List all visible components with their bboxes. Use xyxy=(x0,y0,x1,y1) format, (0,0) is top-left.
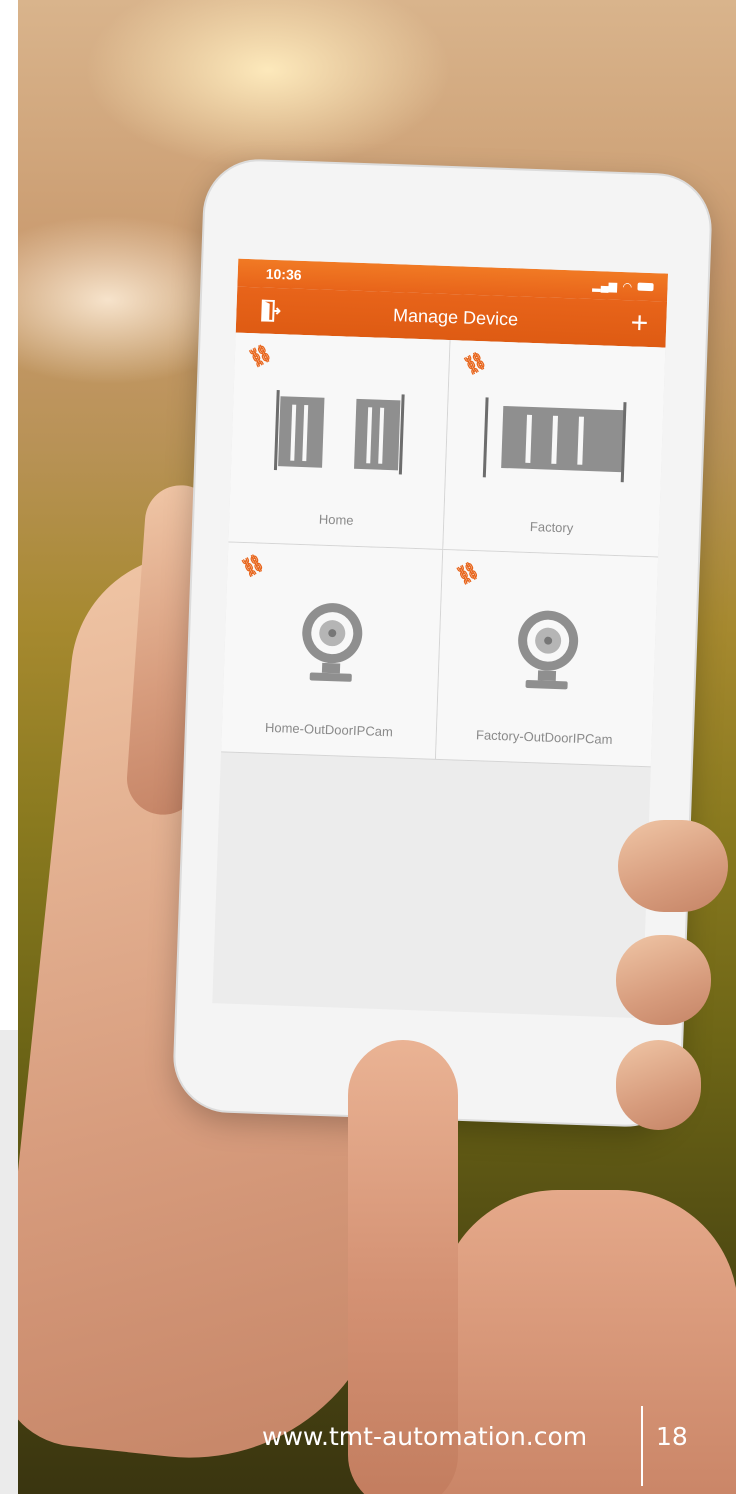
link-icon: ⛓ xyxy=(452,558,483,588)
gate-icon xyxy=(273,390,405,475)
footer-divider xyxy=(641,1406,643,1486)
device-tile-home-outdoor-ipcam[interactable]: ⛓ Home-OutDoorIPCam xyxy=(221,542,444,760)
status-time: 10:36 xyxy=(265,265,302,283)
camera-icon xyxy=(517,610,578,690)
background-photo: 10:36 ▂▄▆ ◠ Manage Device + ⛓ Home ⛓ Fac… xyxy=(18,0,736,1494)
device-tile-factory[interactable]: ⛓ Factory xyxy=(443,340,666,558)
device-label: Factory-OutDoorIPCam xyxy=(475,727,613,747)
page-title: Manage Device xyxy=(392,304,519,329)
device-label: Factory xyxy=(529,518,574,536)
app-screen: 10:36 ▂▄▆ ◠ Manage Device + ⛓ Home ⛓ Fac… xyxy=(212,258,669,1019)
battery-icon xyxy=(637,282,654,292)
left-margin-strip xyxy=(0,1030,18,1494)
finger xyxy=(618,820,728,912)
link-icon: ⛓ xyxy=(245,341,275,370)
empty-area xyxy=(213,752,651,996)
add-device-button[interactable]: + xyxy=(630,306,649,340)
footer-website: www.tmt-automation.com xyxy=(262,1422,588,1451)
camera-icon xyxy=(302,603,363,682)
status-icons: ▂▄▆ ◠ xyxy=(592,279,654,294)
link-icon: ⛓ xyxy=(237,551,268,580)
finger xyxy=(616,935,711,1025)
finger xyxy=(616,1040,701,1130)
device-label: Home-OutDoorIPCam xyxy=(264,719,394,740)
page-number: 18 xyxy=(656,1422,688,1451)
device-tile-home[interactable]: ⛓ Home xyxy=(228,332,451,550)
device-tile-factory-outdoor-ipcam[interactable]: ⛓ Factory-OutDoorIPCam xyxy=(435,549,659,768)
link-icon: ⛓ xyxy=(460,348,490,378)
device-label: Home xyxy=(318,511,354,528)
device-grid: ⛓ Home ⛓ Factory ⛓ Home-OutDoorIPCam ⛓ F… xyxy=(221,332,666,768)
wifi-icon: ◠ xyxy=(622,280,632,293)
logout-icon[interactable] xyxy=(260,299,281,322)
sliding-gate-icon xyxy=(482,397,627,483)
signal-icon: ▂▄▆ xyxy=(592,279,618,293)
